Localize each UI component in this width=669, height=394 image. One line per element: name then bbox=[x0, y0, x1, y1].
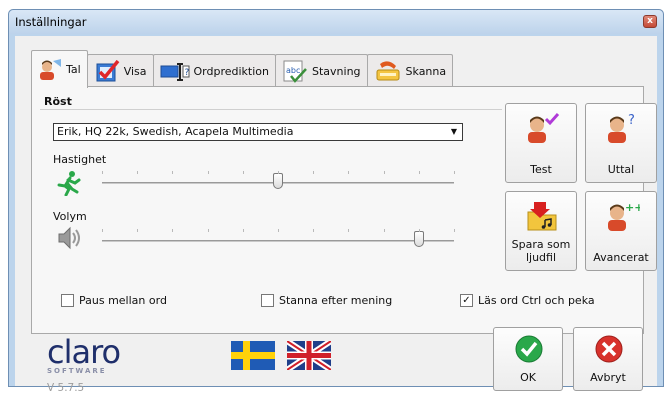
stop-after-sentence-checkbox[interactable]: Stanna efter mening bbox=[261, 294, 392, 307]
claro-logo: claro SOFTWARE bbox=[47, 333, 121, 375]
tab-visa[interactable]: Visa bbox=[86, 54, 154, 88]
tab-skanna[interactable]: Skanna bbox=[366, 54, 454, 88]
tab-bar: Tal Visa ? Ordprediktion abc Stavning Sk… bbox=[31, 50, 454, 88]
slider-tick bbox=[313, 229, 314, 232]
running-man-icon bbox=[57, 171, 81, 196]
spelling-abc-icon: abc bbox=[283, 60, 307, 83]
checkbox-box[interactable]: ✓ bbox=[460, 294, 473, 307]
speaker-plus-icon: ++ bbox=[608, 201, 640, 231]
read-word-ctrl-point-checkbox[interactable]: ✓ Läs ord Ctrl och peka bbox=[460, 294, 595, 307]
voice-group-label: Röst bbox=[44, 95, 72, 108]
tab-ordprediktion[interactable]: ? Ordprediktion bbox=[152, 54, 276, 88]
checkbox-box[interactable] bbox=[61, 294, 74, 307]
slider-tick bbox=[313, 171, 314, 174]
settings-window: Inställningar x Tal Visa ? Ordprediktion… bbox=[8, 9, 664, 394]
slider-tick bbox=[243, 229, 244, 232]
checkbox-label: Läs ord Ctrl och peka bbox=[478, 294, 595, 307]
svg-text:++: ++ bbox=[625, 201, 640, 214]
slider-tick bbox=[243, 171, 244, 174]
slider-tick bbox=[208, 171, 209, 174]
tab-tal[interactable]: Tal bbox=[31, 50, 88, 88]
tab-stavning[interactable]: abc Stavning bbox=[275, 54, 368, 88]
slider-tick bbox=[102, 229, 103, 232]
voice-select[interactable]: Erik, HQ 22k, Swedish, Acapela Multimedi… bbox=[53, 123, 463, 141]
volume-label: Volym bbox=[53, 210, 87, 223]
speaker-question-icon: ? bbox=[608, 113, 635, 143]
ok-check-icon bbox=[515, 335, 543, 363]
uk-flag-icon[interactable] bbox=[287, 341, 331, 370]
ok-button-label: OK bbox=[520, 371, 536, 384]
dialog-body: Tal Visa ? Ordprediktion abc Stavning Sk… bbox=[15, 36, 657, 394]
checkbox-box[interactable] bbox=[261, 294, 274, 307]
cancel-button[interactable]: Avbryt bbox=[573, 327, 643, 391]
slider-tick bbox=[172, 171, 173, 174]
test-button[interactable]: Test bbox=[505, 103, 577, 183]
tab-label: Visa bbox=[123, 65, 147, 78]
slider-tick bbox=[454, 229, 455, 232]
speaker-check-icon bbox=[528, 113, 560, 143]
window-title: Inställningar bbox=[15, 15, 87, 29]
tab-label: Tal bbox=[66, 63, 81, 76]
slider-tick bbox=[172, 229, 173, 232]
checkbox-label: Stanna efter mening bbox=[279, 294, 393, 307]
check-document-icon bbox=[96, 59, 120, 81]
slider-track bbox=[102, 240, 454, 242]
svg-text:?: ? bbox=[628, 113, 635, 128]
save-audio-button[interactable]: Spara som ljudfil bbox=[505, 191, 577, 271]
pause-between-words-checkbox[interactable]: Paus mellan ord bbox=[61, 294, 167, 307]
title-bar: Inställningar x bbox=[9, 10, 663, 34]
speed-label: Hastighet bbox=[53, 153, 107, 166]
slider-tick bbox=[278, 229, 279, 232]
version-label: V 5.7.5 bbox=[47, 382, 85, 394]
tal-panel: Röst Erik, HQ 22k, Swedish, Acapela Mult… bbox=[31, 86, 657, 334]
slider-tick bbox=[278, 171, 279, 174]
svg-text:abc: abc bbox=[286, 66, 300, 75]
swedish-flag-icon[interactable] bbox=[231, 341, 275, 370]
tab-label: Ordprediktion bbox=[193, 65, 269, 78]
pronunciation-button-label: Uttal bbox=[607, 163, 635, 176]
test-button-label: Test bbox=[530, 163, 552, 176]
slider-tick bbox=[137, 229, 138, 232]
speaker-volume-icon bbox=[58, 226, 80, 250]
ok-button[interactable]: OK bbox=[493, 327, 563, 391]
speaker-person-icon bbox=[40, 58, 61, 80]
brand-name: claro bbox=[47, 333, 121, 371]
volume-slider[interactable] bbox=[102, 225, 455, 249]
advanced-button-label: Avancerat bbox=[593, 251, 649, 264]
save-audio-button-label: Spara som ljudfil bbox=[511, 238, 571, 264]
cancel-x-icon bbox=[595, 335, 623, 363]
slider-tick bbox=[348, 229, 349, 232]
slider-thumb[interactable] bbox=[414, 231, 424, 247]
prediction-icon: ? bbox=[160, 62, 190, 81]
slider-tick bbox=[102, 171, 103, 174]
slider-tick bbox=[137, 171, 138, 174]
tab-label: Stavning bbox=[312, 65, 361, 78]
checkbox-label: Paus mellan ord bbox=[79, 294, 167, 307]
slider-tick bbox=[384, 229, 385, 232]
slider-tick bbox=[348, 171, 349, 174]
slider-tick bbox=[208, 229, 209, 232]
close-button[interactable]: x bbox=[643, 15, 657, 28]
cancel-button-label: Avbryt bbox=[590, 371, 626, 384]
slider-tick bbox=[419, 229, 420, 232]
slider-tick bbox=[454, 171, 455, 174]
slider-tick bbox=[384, 171, 385, 174]
voice-select-value: Erik, HQ 22k, Swedish, Acapela Multimedi… bbox=[57, 125, 294, 138]
slider-tick bbox=[419, 171, 420, 174]
save-audio-folder-icon bbox=[527, 202, 557, 231]
advanced-button[interactable]: ++ Avancerat bbox=[585, 191, 657, 271]
svg-text:?: ? bbox=[184, 68, 189, 78]
chevron-down-icon[interactable]: ▼ bbox=[446, 124, 462, 140]
slider-thumb[interactable] bbox=[273, 173, 283, 189]
speed-slider[interactable] bbox=[102, 167, 455, 191]
pronunciation-button[interactable]: ? Uttal bbox=[585, 103, 657, 183]
scanner-icon bbox=[376, 60, 400, 80]
tab-label: Skanna bbox=[405, 65, 447, 78]
group-divider bbox=[40, 109, 502, 110]
